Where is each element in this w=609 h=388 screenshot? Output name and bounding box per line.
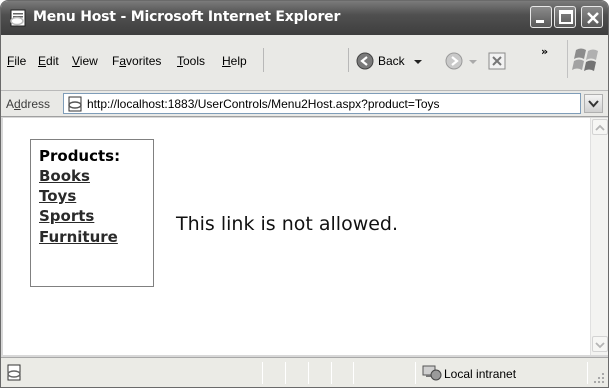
address-bar: Address http://localhost:1883/UserContro… <box>1 91 608 117</box>
status-divider <box>415 362 416 384</box>
status-divider <box>285 362 286 384</box>
minimize-icon <box>536 20 544 23</box>
forward-dropdown-icon[interactable] <box>467 52 479 70</box>
scroll-up-button[interactable] <box>592 119 608 135</box>
status-divider <box>262 362 263 384</box>
toolbar-separator <box>263 48 264 72</box>
chevron-up-icon <box>595 124 605 131</box>
chevron-down-icon <box>588 100 599 108</box>
status-bar: Local intranet <box>1 357 608 387</box>
close-icon <box>587 12 599 24</box>
intranet-icon <box>422 365 442 381</box>
link-toys[interactable]: Toys <box>39 187 76 205</box>
maximize-icon <box>559 10 573 24</box>
address-dropdown-button[interactable] <box>584 94 603 113</box>
products-heading: Products: <box>39 147 121 165</box>
link-books[interactable]: Books <box>39 167 90 185</box>
minimize-button[interactable] <box>530 6 552 28</box>
ie-page-icon <box>8 9 28 27</box>
chevron-down-icon <box>595 342 605 349</box>
page-url-icon <box>68 96 82 112</box>
stop-icon <box>488 52 506 70</box>
menu-file[interactable]: File <box>7 54 26 68</box>
security-zone-label: Local intranet <box>444 367 517 381</box>
page-done-icon <box>7 364 21 381</box>
menu-view[interactable]: View <box>72 54 98 68</box>
window-title: Menu Host - Microsoft Internet Explorer <box>33 9 341 25</box>
title-bar[interactable]: Menu Host - Microsoft Internet Explorer <box>1 1 608 35</box>
menu-edit[interactable]: Edit <box>38 54 59 68</box>
forward-button[interactable] <box>445 50 479 72</box>
menu-bar: File Edit View Favorites Tools Help Back <box>1 35 608 91</box>
windows-flag-icon <box>567 40 605 78</box>
toolbar-overflow-chevron[interactable]: » <box>541 45 548 58</box>
stop-button[interactable] <box>488 50 506 72</box>
menu-tools[interactable]: Tools <box>177 54 205 68</box>
back-dropdown-icon[interactable] <box>411 52 425 70</box>
menu-favorites[interactable]: Favorites <box>112 54 161 68</box>
status-divider <box>331 362 332 384</box>
link-furniture[interactable]: Furniture <box>39 228 118 246</box>
status-divider <box>353 362 354 384</box>
status-divider <box>587 362 588 384</box>
forward-arrow-icon <box>445 52 463 70</box>
not-allowed-message: This link is not allowed. <box>176 213 399 235</box>
toolbar-separator <box>348 48 349 72</box>
vertical-scrollbar[interactable] <box>590 118 608 355</box>
status-divider <box>308 362 309 384</box>
address-input[interactable]: http://localhost:1883/UserControls/Menu2… <box>63 93 581 114</box>
resize-grip-icon[interactable] <box>593 372 605 384</box>
address-label: Address <box>6 97 51 111</box>
back-button[interactable]: Back <box>356 50 425 72</box>
scroll-down-button[interactable] <box>592 336 608 352</box>
back-arrow-icon <box>356 52 374 70</box>
link-sports[interactable]: Sports <box>39 207 94 225</box>
back-label: Back <box>378 54 405 68</box>
menu-help[interactable]: Help <box>222 54 247 68</box>
maximize-button[interactable] <box>554 6 576 28</box>
close-button[interactable] <box>581 6 603 28</box>
address-url: http://localhost:1883/UserControls/Menu2… <box>87 97 440 111</box>
browser-window: Menu Host - Microsoft Internet Explorer … <box>0 0 609 388</box>
